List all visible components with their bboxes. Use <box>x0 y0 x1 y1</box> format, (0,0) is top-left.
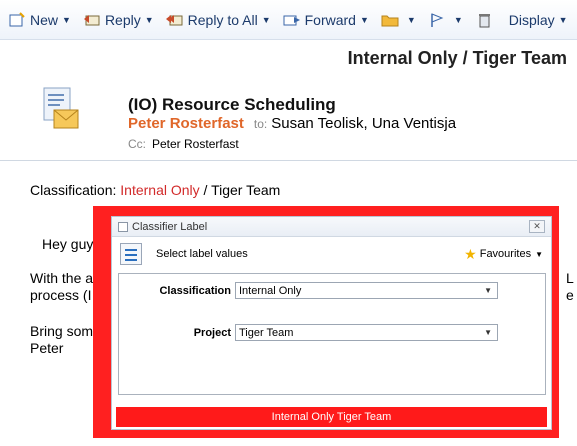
project-label: Project <box>193 326 231 339</box>
classification-row: Classification Internal Only ▼ <box>119 282 498 299</box>
label-values-panel: Classification Internal Only ▼ Project T… <box>118 273 546 395</box>
chevron-down-icon: ▼ <box>359 14 369 25</box>
classification-banner: Internal Only / Tiger Team <box>347 48 567 68</box>
chevron-down-icon: ▼ <box>261 14 271 25</box>
chevron-down-icon: ▼ <box>453 14 463 25</box>
dropdown-arrow-icon: ▼ <box>484 328 492 337</box>
body-signature: Peter <box>30 340 64 356</box>
message-subject: (IO) Resource Scheduling <box>128 95 336 114</box>
chevron-down-icon: ▼ <box>558 14 568 25</box>
message-envelope-icon <box>43 87 79 129</box>
sender-name[interactable]: Peter Rosterfast <box>128 115 244 132</box>
favourites-menu[interactable]: ★ Favourites ▼ <box>464 246 543 263</box>
star-icon: ★ <box>464 245 477 262</box>
forward-icon <box>283 15 300 25</box>
body-classification-line: Classification: Internal Only / Tiger Te… <box>30 182 281 198</box>
reply-button[interactable]: Reply ▼ <box>83 12 154 28</box>
cc-recipients[interactable]: Peter Rosterfast <box>152 137 239 151</box>
project-row: Project Tiger Team ▼ <box>119 324 498 341</box>
label-list-icon <box>120 243 142 265</box>
window-icon <box>118 221 128 232</box>
flag-icon <box>431 12 444 27</box>
chevron-down-icon: ▼ <box>144 14 154 25</box>
project-select[interactable]: Tiger Team ▼ <box>235 324 498 341</box>
dropdown-arrow-icon: ▼ <box>484 286 492 295</box>
forward-button[interactable]: Forward ▼ <box>283 12 369 28</box>
display-button[interactable]: Display ▼ <box>509 12 568 28</box>
body-right-fragment-2: e <box>566 287 574 303</box>
new-button[interactable]: New ▼ <box>8 12 71 28</box>
trash-icon <box>478 13 490 27</box>
body-right-fragment-1: L <box>566 270 574 286</box>
classifier-label-dialog: Classifier Label ✕ Select label values ★… <box>111 216 552 430</box>
body-greeting: Hey guy <box>42 236 94 252</box>
toolbar: New ▼ Reply ▼ Reply to All ▼ Forward ▼ ▼ <box>0 0 577 40</box>
from-line: Peter Rosterfast to: Susan Teolisk, Una Ve… <box>128 115 456 132</box>
dialog-titlebar[interactable]: Classifier Label ✕ <box>112 217 551 237</box>
chevron-down-icon: ▼ <box>535 249 543 259</box>
selected-label-bar: Internal Only Tiger Team <box>116 407 547 427</box>
chevron-down-icon: ▼ <box>62 14 71 25</box>
delete-button[interactable] <box>475 12 497 28</box>
close-button[interactable]: ✕ <box>529 220 545 233</box>
move-to-folder-button[interactable]: ▼ <box>381 12 416 28</box>
reply-all-icon <box>165 14 183 25</box>
body-line-1: With the a <box>30 270 94 286</box>
body-line-2: process (I <box>30 287 92 303</box>
new-mail-icon <box>9 11 25 26</box>
chevron-down-icon: ▼ <box>406 14 416 25</box>
dialog-header-text: Select label values <box>156 248 248 260</box>
folder-icon <box>381 15 399 26</box>
to-label: to: <box>253 117 268 131</box>
recipients[interactable]: Susan Teolisk, Una Ventisja <box>271 115 456 132</box>
reply-icon <box>83 14 100 25</box>
body-line-3: Bring som <box>30 323 94 339</box>
follow-up-flag-button[interactable]: ▼ <box>428 12 463 28</box>
header-divider <box>0 160 577 161</box>
dialog-header: Select label values ★ Favourites ▼ <box>112 237 551 271</box>
classification-select[interactable]: Internal Only ▼ <box>235 282 498 299</box>
classification-label: Classification <box>159 284 231 297</box>
reply-all-button[interactable]: Reply to All ▼ <box>165 12 271 28</box>
cc-line: Cc: Peter Rosterfast <box>128 137 239 151</box>
dialog-title: Classifier Label <box>132 220 208 233</box>
cc-label: Cc: <box>128 137 146 151</box>
